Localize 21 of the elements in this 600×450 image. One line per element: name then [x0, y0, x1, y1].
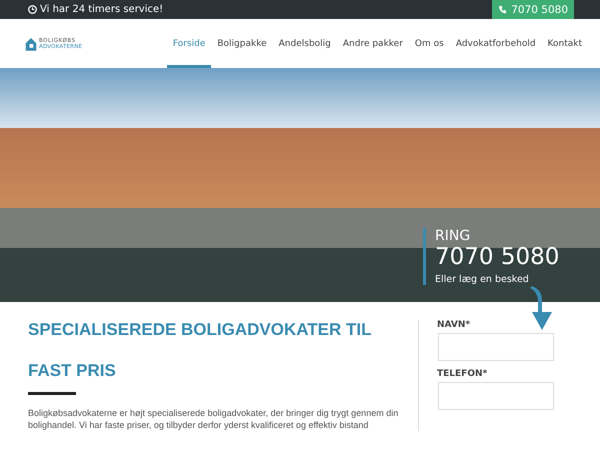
call-label: RING	[435, 228, 472, 244]
input-field[interactable]	[438, 333, 554, 361]
field-label: TELEFON*	[437, 369, 488, 379]
input-field[interactable]	[438, 382, 554, 410]
call-number: 7070 5080	[435, 244, 560, 270]
nav-link[interactable]: Andelsbolig	[272, 19, 337, 68]
phone-icon	[498, 5, 508, 14]
intro-paragraph: Boligkøbsadvokaterne er højt specialiserede boligadvokater, der bringer dig trygt gennem din bolighandel. Vi har faste priser, og tilbyder derfor yderst kvalificeret og effektiv bistand	[28, 407, 400, 431]
nav-link[interactable]: Kontakt	[542, 19, 588, 68]
clock-icon	[28, 5, 37, 14]
house-icon	[25, 36, 37, 52]
field-label: NAVN*	[437, 320, 472, 330]
nav-link[interactable]: Advokatforbehold	[450, 19, 542, 68]
nav-link[interactable]: Boligpakke	[211, 19, 273, 68]
down-arrow-icon	[530, 286, 552, 330]
nav-link[interactable]: Om os	[408, 19, 450, 68]
call-subtext: Eller læg en besked	[435, 274, 530, 285]
service-text: Vi har 24 timers service!	[40, 4, 164, 15]
heading: FAST PRIS	[28, 361, 117, 381]
nav-link[interactable]: Andre pakker	[336, 19, 409, 68]
heading: SPECIALISEREDE BOLIGADVOKATER TIL	[28, 320, 372, 340]
